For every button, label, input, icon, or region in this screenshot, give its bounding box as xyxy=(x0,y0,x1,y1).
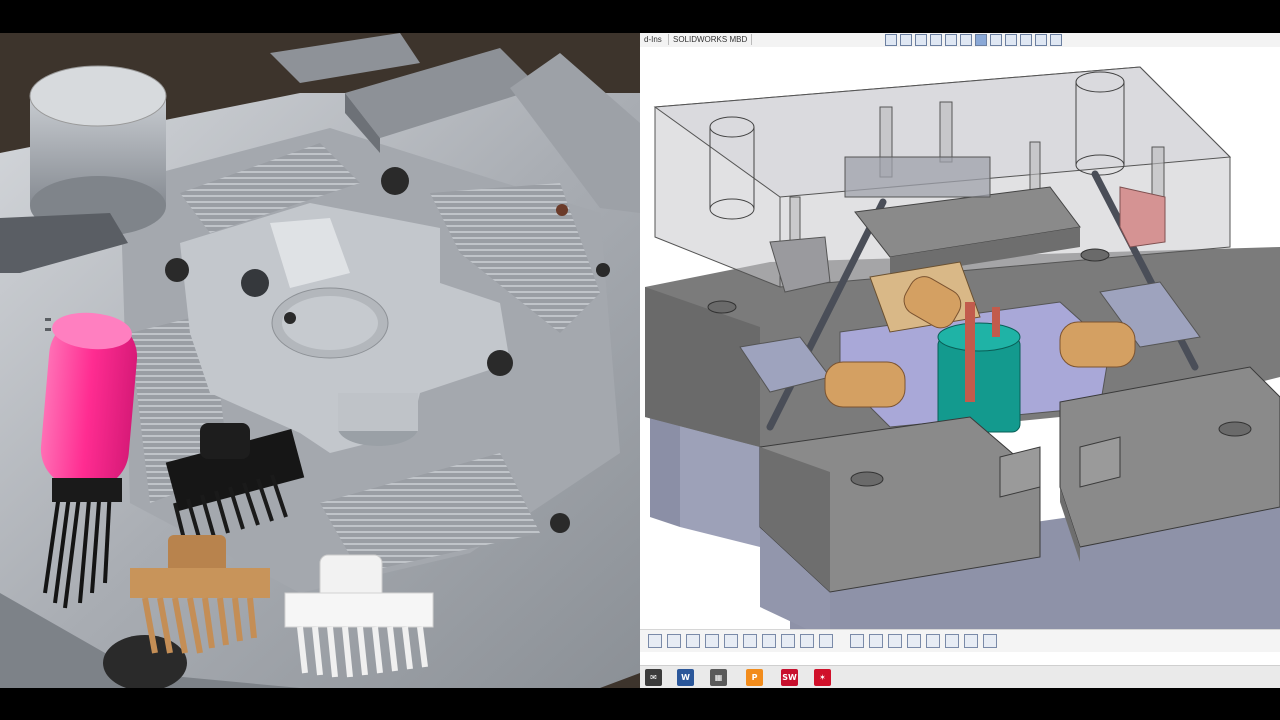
trim-tool-icon[interactable] xyxy=(762,634,776,648)
zoom-to-area-icon[interactable] xyxy=(915,34,927,46)
spline-tool-icon[interactable] xyxy=(743,634,757,648)
heads-up-view-toolbar xyxy=(885,33,1062,47)
graphics-area[interactable] xyxy=(640,47,1280,640)
letterbox-bottom xyxy=(0,688,1280,720)
windows-taskbar: ✉ W ▦ P SW ✶ xyxy=(640,665,1280,688)
letterbox-top xyxy=(0,0,1280,33)
dynamic-annotation-icon[interactable] xyxy=(960,34,972,46)
shaded-sketch-icon[interactable] xyxy=(945,634,959,648)
tab-solidworks-mbd[interactable]: SOLIDWORKS MBD xyxy=(668,34,753,45)
solidworks-app-icon[interactable]: SW xyxy=(781,669,798,686)
hide-show-items-icon[interactable] xyxy=(990,34,1002,46)
relation-icon[interactable] xyxy=(850,634,864,648)
mold-photo xyxy=(0,33,640,688)
arc-tool-icon[interactable] xyxy=(724,634,738,648)
circle-tool-icon[interactable] xyxy=(705,634,719,648)
apply-scene-icon[interactable] xyxy=(1020,34,1032,46)
display-style-icon[interactable] xyxy=(975,34,987,46)
quick-snaps-icon[interactable] xyxy=(888,634,902,648)
solidworks-window: d-Ins SOLIDWORKS MBD ✉ W ▦ P SW ✶ xyxy=(640,33,1280,688)
zoom-to-fit-icon[interactable] xyxy=(900,34,912,46)
rapid-sketch-icon[interactable] xyxy=(907,634,921,648)
mold-photo-illustration xyxy=(0,33,640,688)
powerpoint-icon[interactable]: P xyxy=(746,669,763,686)
tab-addins[interactable]: d-Ins xyxy=(640,34,666,45)
offset-tool-icon[interactable] xyxy=(781,634,795,648)
sketch-tools-toolbar xyxy=(640,629,1280,652)
instant-2d-icon[interactable] xyxy=(926,634,940,648)
rectangle-tool-icon[interactable] xyxy=(686,634,700,648)
calculator-icon[interactable]: ▦ xyxy=(710,669,727,686)
view-settings-icon[interactable] xyxy=(1035,34,1047,46)
line-tool-icon[interactable] xyxy=(667,634,681,648)
monitor-icon[interactable] xyxy=(1050,34,1062,46)
pattern-tool-icon[interactable] xyxy=(819,634,833,648)
recorder-app-icon[interactable]: ✶ xyxy=(814,669,831,686)
word-icon[interactable]: W xyxy=(677,669,694,686)
smart-dimension-icon[interactable] xyxy=(648,634,662,648)
sketch-options-icon[interactable] xyxy=(964,634,978,648)
command-manager-tabs: d-Ins SOLIDWORKS MBD xyxy=(640,33,1280,48)
previous-view-icon[interactable] xyxy=(930,34,942,46)
mirror-tool-icon[interactable] xyxy=(800,634,814,648)
mail-icon[interactable]: ✉ xyxy=(645,669,662,686)
edit-appearance-icon[interactable] xyxy=(1005,34,1017,46)
mold-assembly-model xyxy=(645,66,1280,640)
more-tools-icon[interactable] xyxy=(983,634,997,648)
repair-sketch-icon[interactable] xyxy=(869,634,883,648)
section-view-icon[interactable] xyxy=(945,34,957,46)
view-orientation-icon[interactable] xyxy=(885,34,897,46)
